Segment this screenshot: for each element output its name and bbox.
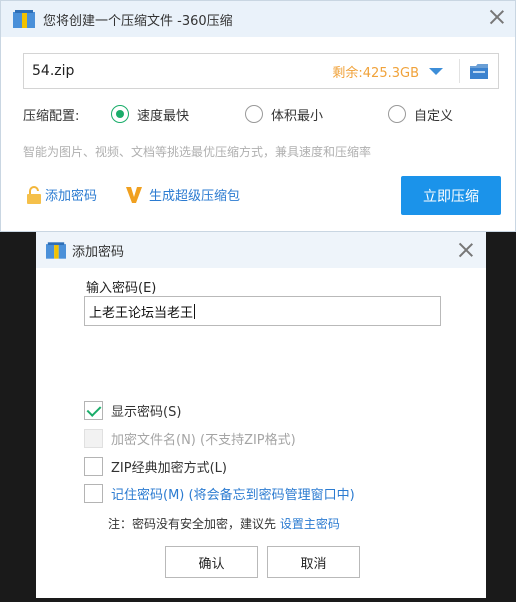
archive-path-combobox[interactable]: 54.zip 剩余:425.3GB [23,53,499,89]
text-caret [194,303,196,319]
cancel-button[interactable]: 取消 [267,546,360,578]
compress-config-row: 压缩配置: 速度最快 体积最小 自定义 [23,103,493,125]
free-space-label: 剩余:425.3GB [332,65,419,81]
encrypt-filenames-label: 加密文件名(N) (不支持ZIP格式) [111,432,296,448]
compress-window: 您将创建一个压缩文件 -360压缩 54.zip 剩余:425.3GB 压缩配置… [0,0,516,232]
remember-password-checkbox[interactable]: 记住密码(M) (将会备忘到密码管理窗口中) [84,483,355,503]
title-bar: 您将创建一个压缩文件 -360压缩 [1,1,515,37]
radio-custom-label: 自定义 [414,108,454,124]
app-icon [46,241,66,259]
compress-now-button[interactable]: 立即压缩 [401,176,501,215]
v-icon [126,186,142,203]
lock-icon [27,185,41,204]
checkbox-icon[interactable] [84,456,103,476]
config-label: 压缩配置: [23,108,80,124]
radio-icon[interactable] [245,105,263,123]
dialog-title-bar: 添加密码 [36,232,486,268]
folder-icon[interactable] [470,63,488,79]
dropdown-arrow-icon[interactable] [429,67,443,75]
encrypt-filenames-checkbox: 加密文件名(N) (不支持ZIP格式) [84,428,296,448]
super-package-link[interactable]: 生成超级压缩包 [125,185,240,204]
zip-classic-encryption-checkbox[interactable]: ZIP经典加密方式(L) [84,456,227,476]
close-icon[interactable] [458,242,474,258]
zip-classic-encryption-label[interactable]: ZIP经典加密方式(L) [111,457,227,476]
checkbox-disabled-icon [84,428,103,448]
password-input-label: 输入密码(E) [86,281,157,296]
divider [459,59,460,83]
window-title: 您将创建一个压缩文件 -360压缩 [43,13,233,29]
add-password-dialog: 添加密码 输入密码(E) 上老王论坛当老王 显示密码(S) 加密文件名(N) (… [36,232,486,598]
app-icon [13,10,35,28]
password-value[interactable]: 上老王论坛当老王 [89,302,193,321]
dialog-title: 添加密码 [72,244,125,260]
note-text: 注：密码没有安全加密，建议先 [108,517,280,531]
close-icon[interactable] [489,9,505,25]
radio-fastest[interactable]: 速度最快 [111,105,245,124]
checkmark-icon[interactable] [84,400,103,420]
archive-path-value[interactable]: 54.zip [24,63,332,79]
show-password-label[interactable]: 显示密码(S) [111,401,181,420]
compress-hint: 智能为图片、视频、文档等挑选最优压缩方式，兼具速度和压缩率 [23,145,372,159]
security-note: 注：密码没有安全加密，建议先 设置主密码 [108,515,340,532]
radio-custom[interactable]: 自定义 [388,105,453,124]
show-password-checkbox[interactable]: 显示密码(S) [84,400,181,420]
password-input[interactable]: 上老王论坛当老王 [84,296,441,326]
set-master-password-link[interactable]: 设置主密码 [280,517,340,531]
radio-fastest-label: 速度最快 [137,108,190,124]
ok-button[interactable]: 确认 [165,546,258,578]
remember-password-label[interactable]: 记住密码(M) (将会备忘到密码管理窗口中) [111,484,355,503]
radio-icon[interactable] [388,105,406,123]
checkbox-icon[interactable] [84,483,103,503]
add-password-label[interactable]: 添加密码 [45,185,97,204]
super-package-label[interactable]: 生成超级压缩包 [149,185,240,204]
add-password-link[interactable]: 添加密码 [27,185,97,204]
radio-smallest[interactable]: 体积最小 [245,105,388,124]
radio-selected-icon[interactable] [111,105,129,123]
radio-smallest-label: 体积最小 [271,108,324,124]
